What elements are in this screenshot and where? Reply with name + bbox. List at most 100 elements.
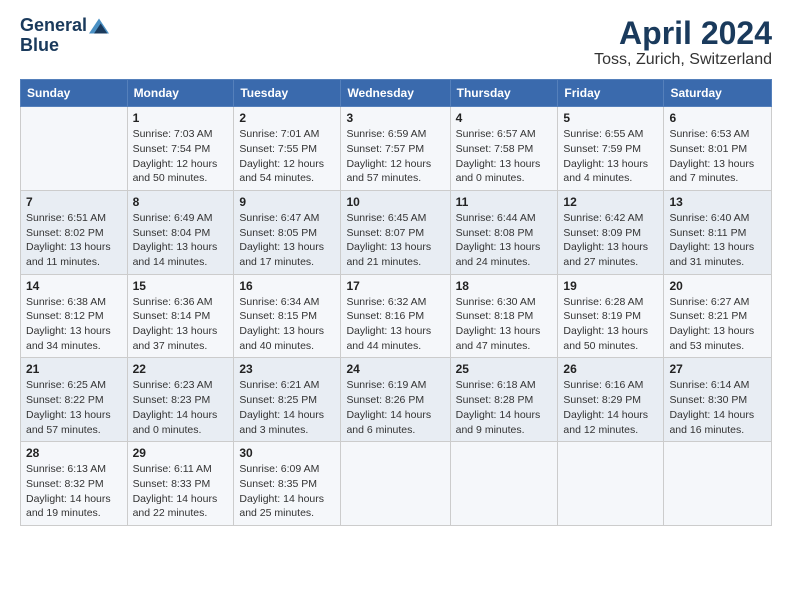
day-info: Sunrise: 6:16 AM Sunset: 8:29 PM Dayligh…: [563, 378, 658, 437]
day-number: 24: [346, 362, 444, 376]
calendar-day-header: Thursday: [450, 80, 558, 107]
calendar-day-header: Saturday: [664, 80, 772, 107]
day-number: 13: [669, 195, 766, 209]
calendar-cell: 26 Sunrise: 6:16 AM Sunset: 8:29 PM Dayli…: [558, 358, 664, 442]
day-info: Sunrise: 6:45 AM Sunset: 8:07 PM Dayligh…: [346, 211, 444, 270]
day-number: 22: [133, 362, 229, 376]
calendar-day-header: Monday: [127, 80, 234, 107]
calendar-week-row: 21Sunrise: 6:25 AM Sunset: 8:22 PM Dayli…: [21, 358, 772, 442]
logo-text-line2: Blue: [20, 36, 109, 56]
calendar-cell: 21Sunrise: 6:25 AM Sunset: 8:22 PM Dayli…: [21, 358, 128, 442]
calendar-cell: 2 Sunrise: 7:01 AM Sunset: 7:55 PM Daylig…: [234, 107, 341, 191]
day-info: Sunrise: 6:49 AM Sunset: 8:04 PM Dayligh…: [133, 211, 229, 270]
day-number: 27: [669, 362, 766, 376]
day-info: Sunrise: 6:42 AM Sunset: 8:09 PM Dayligh…: [563, 211, 658, 270]
main-title: April 2024: [594, 16, 772, 51]
calendar-cell: 20Sunrise: 6:27 AM Sunset: 8:21 PM Dayli…: [664, 274, 772, 358]
calendar-cell: [21, 107, 128, 191]
calendar-cell: 14 Sunrise: 6:38 AM Sunset: 8:12 PM Dayli…: [21, 274, 128, 358]
day-info: Sunrise: 6:34 AM Sunset: 8:15 PM Dayligh…: [239, 295, 335, 354]
day-info: Sunrise: 6:44 AM Sunset: 8:08 PM Dayligh…: [456, 211, 553, 270]
calendar-cell: 16 Sunrise: 6:34 AM Sunset: 8:15 PM Dayli…: [234, 274, 341, 358]
day-info: Sunrise: 6:55 AM Sunset: 7:59 PM Dayligh…: [563, 127, 658, 186]
day-info: Sunrise: 7:03 AM Sunset: 7:54 PM Dayligh…: [133, 127, 229, 186]
title-block: April 2024 Toss, Zurich, Switzerland: [594, 16, 772, 69]
day-number: 2: [239, 111, 335, 125]
day-number: 28: [26, 446, 122, 460]
calendar-cell: 24 Sunrise: 6:19 AM Sunset: 8:26 PM Dayli…: [341, 358, 450, 442]
day-info: Sunrise: 6:30 AM Sunset: 8:18 PM Dayligh…: [456, 295, 553, 354]
day-number: 20: [669, 279, 766, 293]
calendar-cell: 28 Sunrise: 6:13 AM Sunset: 8:32 PM Dayli…: [21, 442, 128, 526]
calendar-day-header: Friday: [558, 80, 664, 107]
calendar-cell: [558, 442, 664, 526]
calendar-cell: 8 Sunrise: 6:49 AM Sunset: 8:04 PM Daylig…: [127, 190, 234, 274]
calendar-cell: 9Sunrise: 6:47 AM Sunset: 8:05 PM Daylig…: [234, 190, 341, 274]
day-number: 11: [456, 195, 553, 209]
day-number: 7: [26, 195, 122, 209]
day-info: Sunrise: 6:11 AM Sunset: 8:33 PM Dayligh…: [133, 462, 229, 521]
calendar-table: SundayMondayTuesdayWednesdayThursdayFrid…: [20, 79, 772, 526]
day-info: Sunrise: 6:59 AM Sunset: 7:57 PM Dayligh…: [346, 127, 444, 186]
day-info: Sunrise: 6:51 AM Sunset: 8:02 PM Dayligh…: [26, 211, 122, 270]
day-number: 6: [669, 111, 766, 125]
day-number: 29: [133, 446, 229, 460]
calendar-cell: 11 Sunrise: 6:44 AM Sunset: 8:08 PM Dayli…: [450, 190, 558, 274]
calendar-cell: 6Sunrise: 6:53 AM Sunset: 8:01 PM Daylig…: [664, 107, 772, 191]
day-number: 10: [346, 195, 444, 209]
calendar-header-row: SundayMondayTuesdayWednesdayThursdayFrid…: [21, 80, 772, 107]
calendar-cell: 27 Sunrise: 6:14 AM Sunset: 8:30 PM Dayli…: [664, 358, 772, 442]
day-number: 8: [133, 195, 229, 209]
day-info: Sunrise: 6:13 AM Sunset: 8:32 PM Dayligh…: [26, 462, 122, 521]
day-number: 16: [239, 279, 335, 293]
logo-text-line1: General: [20, 16, 87, 36]
day-number: 19: [563, 279, 658, 293]
day-number: 9: [239, 195, 335, 209]
calendar-week-row: 1 Sunrise: 7:03 AM Sunset: 7:54 PM Daylig…: [21, 107, 772, 191]
calendar-cell: [341, 442, 450, 526]
day-info: Sunrise: 6:36 AM Sunset: 8:14 PM Dayligh…: [133, 295, 229, 354]
day-number: 5: [563, 111, 658, 125]
calendar-cell: 18Sunrise: 6:30 AM Sunset: 8:18 PM Dayli…: [450, 274, 558, 358]
calendar-cell: 13 Sunrise: 6:40 AM Sunset: 8:11 PM Dayli…: [664, 190, 772, 274]
calendar-cell: 25 Sunrise: 6:18 AM Sunset: 8:28 PM Dayli…: [450, 358, 558, 442]
calendar-day-header: Tuesday: [234, 80, 341, 107]
calendar-week-row: 28 Sunrise: 6:13 AM Sunset: 8:32 PM Dayli…: [21, 442, 772, 526]
day-number: 25: [456, 362, 553, 376]
day-number: 4: [456, 111, 553, 125]
calendar-day-header: Sunday: [21, 80, 128, 107]
logo: General Blue: [20, 16, 109, 56]
calendar-cell: 7 Sunrise: 6:51 AM Sunset: 8:02 PM Daylig…: [21, 190, 128, 274]
calendar-cell: [664, 442, 772, 526]
day-info: Sunrise: 6:21 AM Sunset: 8:25 PM Dayligh…: [239, 378, 335, 437]
calendar-day-header: Wednesday: [341, 80, 450, 107]
day-info: Sunrise: 7:01 AM Sunset: 7:55 PM Dayligh…: [239, 127, 335, 186]
day-info: Sunrise: 6:40 AM Sunset: 8:11 PM Dayligh…: [669, 211, 766, 270]
day-info: Sunrise: 6:32 AM Sunset: 8:16 PM Dayligh…: [346, 295, 444, 354]
day-number: 15: [133, 279, 229, 293]
subtitle: Toss, Zurich, Switzerland: [594, 51, 772, 69]
day-info: Sunrise: 6:09 AM Sunset: 8:35 PM Dayligh…: [239, 462, 335, 521]
calendar-cell: 17Sunrise: 6:32 AM Sunset: 8:16 PM Dayli…: [341, 274, 450, 358]
day-info: Sunrise: 6:57 AM Sunset: 7:58 PM Dayligh…: [456, 127, 553, 186]
calendar-cell: 19 Sunrise: 6:28 AM Sunset: 8:19 PM Dayli…: [558, 274, 664, 358]
calendar-cell: 23Sunrise: 6:21 AM Sunset: 8:25 PM Dayli…: [234, 358, 341, 442]
day-number: 30: [239, 446, 335, 460]
day-info: Sunrise: 6:19 AM Sunset: 8:26 PM Dayligh…: [346, 378, 444, 437]
day-number: 26: [563, 362, 658, 376]
day-info: Sunrise: 6:14 AM Sunset: 8:30 PM Dayligh…: [669, 378, 766, 437]
page: General Blue April 2024 Toss, Zurich, Sw…: [0, 0, 792, 612]
day-info: Sunrise: 6:38 AM Sunset: 8:12 PM Dayligh…: [26, 295, 122, 354]
day-number: 21: [26, 362, 122, 376]
calendar-cell: 12 Sunrise: 6:42 AM Sunset: 8:09 PM Dayli…: [558, 190, 664, 274]
calendar-week-row: 7 Sunrise: 6:51 AM Sunset: 8:02 PM Daylig…: [21, 190, 772, 274]
day-info: Sunrise: 6:18 AM Sunset: 8:28 PM Dayligh…: [456, 378, 553, 437]
day-number: 14: [26, 279, 122, 293]
day-number: 1: [133, 111, 229, 125]
calendar-cell: 4 Sunrise: 6:57 AM Sunset: 7:58 PM Daylig…: [450, 107, 558, 191]
day-info: Sunrise: 6:28 AM Sunset: 8:19 PM Dayligh…: [563, 295, 658, 354]
calendar-cell: 3 Sunrise: 6:59 AM Sunset: 7:57 PM Daylig…: [341, 107, 450, 191]
calendar-week-row: 14 Sunrise: 6:38 AM Sunset: 8:12 PM Dayli…: [21, 274, 772, 358]
day-number: 3: [346, 111, 444, 125]
day-number: 12: [563, 195, 658, 209]
